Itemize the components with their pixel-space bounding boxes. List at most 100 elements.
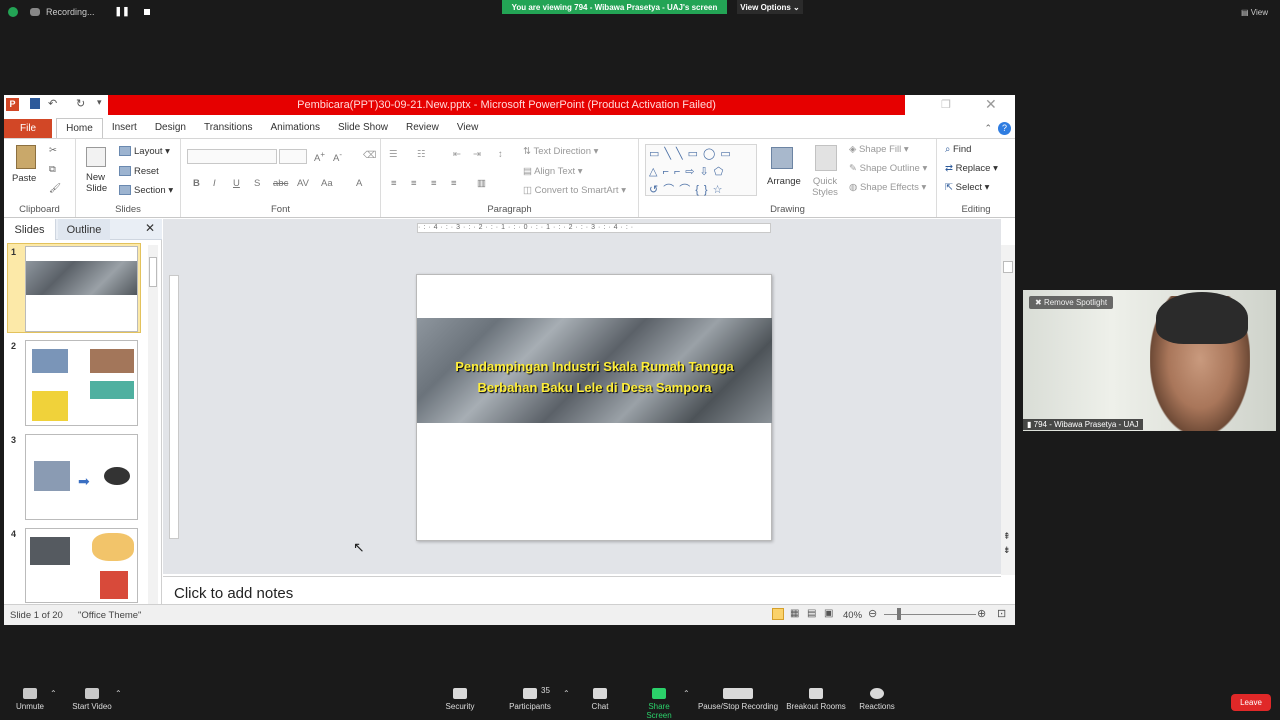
align-text-button[interactable]: ▤ Align Text ▾ [523, 166, 583, 177]
scrollbar-thumb[interactable] [1003, 261, 1013, 273]
help-icon[interactable]: ? [998, 122, 1011, 135]
slide-thumbnail-4[interactable] [25, 528, 138, 603]
tab-slide-show[interactable]: Slide Show [329, 122, 397, 138]
reset-button[interactable]: Reset [119, 166, 159, 177]
stop-icon[interactable] [143, 8, 150, 15]
change-case-icon[interactable]: Aa [321, 178, 333, 189]
slide-thumbnail-1[interactable] [25, 246, 138, 332]
strikethrough-icon[interactable]: abc [273, 178, 288, 189]
zoom-level[interactable]: 40% [843, 610, 862, 621]
restore-icon[interactable]: ❐ [941, 98, 951, 111]
share-options-icon[interactable]: ⌃ [683, 689, 690, 698]
tab-slides[interactable]: Slides [4, 219, 56, 240]
tab-animations[interactable]: Animations [262, 122, 329, 138]
italic-icon[interactable]: I [213, 178, 216, 189]
tab-review[interactable]: Review [397, 122, 448, 138]
reading-view-icon[interactable]: ▤ [807, 608, 816, 619]
line-spacing-icon[interactable]: ↕ [498, 149, 503, 160]
font-color-icon[interactable]: A [356, 178, 362, 189]
save-icon[interactable] [30, 98, 40, 109]
participants-options-icon[interactable]: ⌃ [563, 689, 570, 698]
view-options-button[interactable]: View Options ⌄ [737, 0, 803, 14]
tab-design[interactable]: Design [146, 122, 195, 138]
reactions-button[interactable]: Reactions [858, 688, 896, 711]
slide-show-icon[interactable]: ▣ [824, 608, 833, 619]
scrollbar-thumb[interactable] [149, 257, 157, 287]
cut-icon[interactable]: ✂ [49, 145, 57, 156]
shape-effects-button[interactable]: ◍ Shape Effects ▾ [849, 182, 926, 193]
select-button[interactable]: ⇱ Select ▾ [945, 182, 989, 193]
close-pane-icon[interactable]: ✕ [145, 221, 155, 235]
zoom-out-icon[interactable]: ⊖ [868, 607, 877, 620]
start-video-button[interactable]: Start Video [70, 688, 114, 711]
zoom-in-icon[interactable]: ⊕ [977, 607, 986, 620]
increase-font-icon[interactable]: A+ [314, 150, 325, 164]
tab-insert[interactable]: Insert [103, 122, 146, 138]
next-slide-icon[interactable]: ⇟ [1003, 545, 1011, 556]
pane-scrollbar[interactable] [148, 245, 158, 605]
arrange-button[interactable]: Arrange [767, 176, 801, 187]
minimize-ribbon-icon[interactable]: ⌃ [984, 123, 992, 138]
slide-scrollbar[interactable]: ⇞ ⇟ [1001, 245, 1015, 575]
remove-spotlight-button[interactable]: ✖ Remove Spotlight [1029, 296, 1114, 309]
leave-button[interactable]: Leave [1231, 694, 1271, 711]
pause-recording-button[interactable]: Pause/Stop Recording [697, 688, 779, 711]
audio-options-icon[interactable]: ⌃ [50, 689, 57, 698]
previous-slide-icon[interactable]: ⇞ [1003, 531, 1011, 542]
undo-icon[interactable]: ↶ [48, 97, 57, 110]
pause-icon[interactable]: ❚❚ [115, 6, 130, 17]
replace-button[interactable]: ⇄ Replace ▾ [945, 163, 998, 174]
slide-sorter-icon[interactable]: ▦ [790, 608, 799, 619]
text-direction-button[interactable]: ⇅ Text Direction ▾ [523, 146, 598, 157]
unmute-button[interactable]: Unmute [14, 688, 46, 711]
format-painter-icon[interactable]: 🖌 [49, 183, 61, 194]
increase-indent-icon[interactable]: ⇥ [473, 149, 481, 160]
tab-transitions[interactable]: Transitions [195, 122, 262, 138]
copy-icon[interactable]: ⧉ [49, 164, 56, 175]
character-spacing-icon[interactable]: AV [297, 178, 309, 189]
security-button[interactable]: Security [444, 688, 476, 711]
view-button[interactable]: ▤ View [1241, 8, 1268, 17]
bullets-icon[interactable]: ☰ [389, 149, 398, 160]
section-button[interactable]: Section ▾ [119, 185, 173, 196]
redo-icon[interactable]: ↻ [76, 97, 85, 110]
justify-icon[interactable]: ≡ [451, 178, 457, 189]
bold-icon[interactable]: B [193, 178, 200, 189]
shadow-icon[interactable]: S [254, 178, 260, 189]
new-slide-button[interactable]: New Slide [86, 172, 118, 194]
shape-outline-button[interactable]: ✎ Shape Outline ▾ [849, 163, 927, 174]
find-button[interactable]: ⌕ Find [945, 144, 971, 155]
customize-toolbar-icon[interactable]: ▾ [97, 97, 102, 108]
align-center-icon[interactable]: ≡ [411, 178, 417, 189]
decrease-indent-icon[interactable]: ⇤ [453, 149, 461, 160]
slide-thumbnail-2[interactable] [25, 340, 138, 426]
breakout-rooms-button[interactable]: Breakout Rooms [786, 688, 846, 711]
tab-view[interactable]: View [448, 122, 488, 138]
tab-outline[interactable]: Outline [58, 219, 110, 240]
slide-title[interactable]: Pendampingan Industri Skala Rumah Tangga… [417, 356, 772, 398]
participant-video-tile[interactable]: ✖ Remove Spotlight ▮ 794 - Wibawa Praset… [1023, 290, 1276, 431]
zoom-slider-thumb[interactable] [897, 608, 901, 620]
shapes-gallery[interactable]: ▭╲╲▭◯▭ △⌐⌐⇨⇩⬠ ↺⌒⌒{}☆ [645, 144, 757, 196]
clear-formatting-icon[interactable]: ⌫ [363, 150, 376, 161]
underline-icon[interactable]: U [233, 178, 240, 189]
convert-smartart-button[interactable]: ◫ Convert to SmartArt ▾ [523, 185, 626, 196]
layout-button[interactable]: Layout ▾ [119, 146, 170, 157]
video-options-icon[interactable]: ⌃ [115, 689, 122, 698]
tab-file[interactable]: File [4, 119, 53, 138]
slide-canvas[interactable]: Pendampingan Industri Skala Rumah Tangga… [416, 274, 772, 541]
align-right-icon[interactable]: ≡ [431, 178, 437, 189]
chat-button[interactable]: Chat [588, 688, 612, 711]
font-name-select[interactable] [187, 149, 277, 164]
tab-home[interactable]: Home [56, 118, 103, 138]
normal-view-icon[interactable] [772, 608, 784, 620]
share-screen-button[interactable]: Share Screen [636, 688, 682, 720]
align-left-icon[interactable]: ≡ [391, 178, 397, 189]
decrease-font-icon[interactable]: A- [333, 150, 342, 164]
paste-button[interactable]: Paste [12, 173, 36, 184]
close-icon[interactable]: ✕ [985, 96, 997, 113]
fit-to-window-icon[interactable]: ⊡ [997, 607, 1006, 620]
columns-icon[interactable]: ▥ [477, 178, 486, 189]
shape-fill-button[interactable]: ◈ Shape Fill ▾ [849, 144, 909, 155]
font-size-select[interactable] [279, 149, 307, 164]
